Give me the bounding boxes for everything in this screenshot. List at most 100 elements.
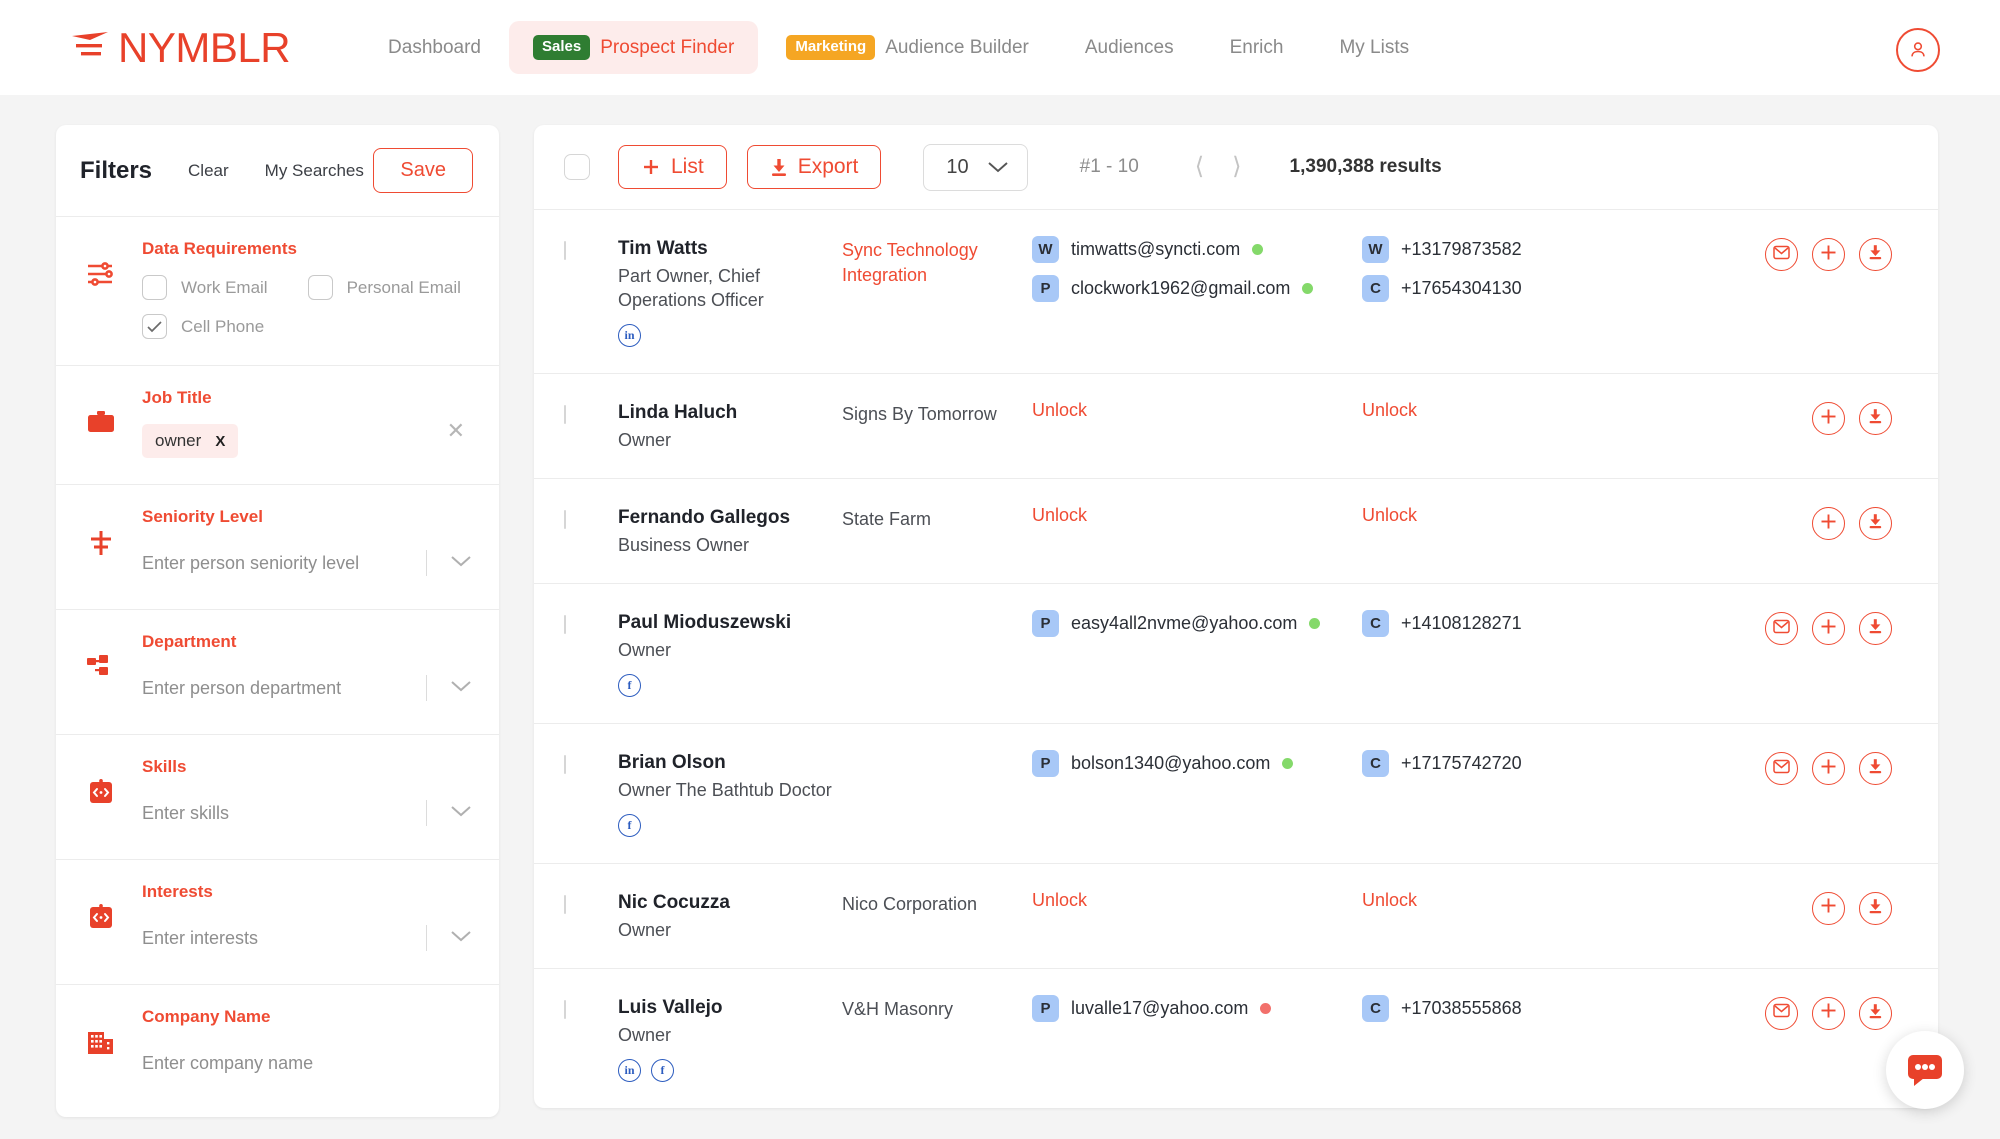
phone-cell: C+17175742720 bbox=[1362, 750, 1612, 789]
facebook-icon[interactable]: f bbox=[618, 814, 641, 837]
facebook-icon[interactable]: f bbox=[651, 1059, 674, 1082]
export-row-button[interactable] bbox=[1859, 612, 1892, 645]
export-row-button[interactable] bbox=[1859, 238, 1892, 271]
select-all-checkbox[interactable] bbox=[564, 154, 590, 180]
row-checkbox-cell bbox=[564, 505, 590, 529]
social-links: f bbox=[618, 814, 842, 837]
unlock-phone-link[interactable]: Unlock bbox=[1362, 505, 1417, 525]
nav-item-dashboard[interactable]: Dashboard bbox=[360, 23, 509, 73]
email-type-tag: P bbox=[1032, 610, 1059, 637]
app-logo[interactable]: NYMBLR bbox=[68, 24, 290, 72]
person-name: Luis Vallejo bbox=[618, 995, 842, 1021]
clear-job-title-icon[interactable]: ✕ bbox=[447, 418, 465, 444]
nav-item-audiences[interactable]: Audiences bbox=[1057, 23, 1202, 73]
per-page-select[interactable]: 10 bbox=[923, 144, 1027, 191]
chevron-down-icon[interactable] bbox=[449, 679, 473, 698]
unlock-phone-link[interactable]: Unlock bbox=[1362, 400, 1417, 420]
department-input[interactable] bbox=[142, 678, 426, 699]
add-to-list-row-button[interactable] bbox=[1812, 892, 1845, 925]
add-to-list-row-button[interactable] bbox=[1812, 238, 1845, 271]
my-searches-link[interactable]: My Searches bbox=[265, 161, 364, 181]
nav-item-audience-builder[interactable]: Marketing Audience Builder bbox=[758, 21, 1057, 74]
row-checkbox[interactable] bbox=[564, 405, 566, 424]
row-checkbox[interactable] bbox=[564, 895, 566, 914]
phone-number[interactable]: +17038555868 bbox=[1401, 998, 1522, 1019]
nav-item-prospect-finder[interactable]: Sales Prospect Finder bbox=[509, 21, 758, 74]
row-checkbox[interactable] bbox=[564, 510, 566, 529]
export-row-button[interactable] bbox=[1859, 402, 1892, 435]
top-navigation-bar: NYMBLR Dashboard Sales Prospect Finder M… bbox=[0, 0, 2000, 95]
chip-remove-icon[interactable]: X bbox=[215, 433, 225, 450]
row-checkbox[interactable] bbox=[564, 241, 566, 260]
add-to-list-row-button[interactable] bbox=[1812, 997, 1845, 1030]
seniority-level-input[interactable] bbox=[142, 553, 426, 574]
email-cell: Wtimwatts@syncti.comPclockwork1962@gmail… bbox=[1032, 236, 1362, 314]
save-search-button[interactable]: Save bbox=[373, 148, 473, 193]
chevron-down-icon[interactable] bbox=[449, 554, 473, 573]
checkbox-work-email[interactable]: Work Email bbox=[142, 275, 268, 300]
export-row-button[interactable] bbox=[1859, 752, 1892, 785]
chevron-left-icon[interactable]: ⟨ bbox=[1195, 155, 1204, 179]
email-status-dot bbox=[1282, 758, 1293, 769]
filter-label: Interests bbox=[142, 882, 473, 902]
nav-item-my-lists[interactable]: My Lists bbox=[1311, 23, 1437, 73]
user-account-button[interactable] bbox=[1896, 28, 1940, 72]
company-cell: Signs By Tomorrow bbox=[842, 400, 1032, 427]
row-checkbox[interactable] bbox=[564, 615, 566, 634]
filter-section-job-title: Job Title owner X ✕ bbox=[56, 366, 499, 485]
send-email-button[interactable] bbox=[1765, 238, 1798, 271]
company-name: State Farm bbox=[842, 507, 1032, 532]
email-address[interactable]: luvalle17@yahoo.com bbox=[1071, 998, 1248, 1019]
chevron-down-icon[interactable] bbox=[449, 804, 473, 823]
linkedin-icon[interactable]: in bbox=[618, 1059, 641, 1082]
send-email-button[interactable] bbox=[1765, 612, 1798, 645]
unlock-email-link[interactable]: Unlock bbox=[1032, 400, 1087, 420]
row-checkbox[interactable] bbox=[564, 1000, 566, 1019]
chat-widget-button[interactable] bbox=[1886, 1031, 1964, 1109]
filter-section-skills: Skills bbox=[56, 735, 499, 860]
clear-filters-link[interactable]: Clear bbox=[188, 161, 229, 181]
table-row: Luis VallejoOwnerinfV&H MasonryPluvalle1… bbox=[534, 969, 1938, 1108]
company-name[interactable]: Sync Technology Integration bbox=[842, 238, 1032, 288]
phone-number[interactable]: +17654304130 bbox=[1401, 278, 1522, 299]
email-address[interactable]: bolson1340@yahoo.com bbox=[1071, 753, 1270, 774]
filters-header: Filters Clear My Searches Save bbox=[56, 125, 499, 217]
chevron-right-icon[interactable]: ⟩ bbox=[1232, 155, 1241, 179]
add-to-list-row-button[interactable] bbox=[1812, 402, 1845, 435]
export-button[interactable]: Export bbox=[747, 145, 882, 189]
company-name-input[interactable] bbox=[142, 1053, 473, 1074]
export-row-button[interactable] bbox=[1859, 507, 1892, 540]
facebook-icon[interactable]: f bbox=[618, 674, 641, 697]
add-to-list-row-button[interactable] bbox=[1812, 752, 1845, 785]
person-cell: Tim WattsPart Owner, Chief Operations Of… bbox=[590, 236, 842, 347]
filter-label: Company Name bbox=[142, 1007, 473, 1027]
add-to-list-row-button[interactable] bbox=[1812, 612, 1845, 645]
phone-number[interactable]: +14108128271 bbox=[1401, 613, 1522, 634]
email-status-dot bbox=[1252, 244, 1263, 255]
email-address[interactable]: easy4all2nvme@yahoo.com bbox=[1071, 613, 1297, 634]
phone-number[interactable]: +13179873582 bbox=[1401, 239, 1522, 260]
send-email-button[interactable] bbox=[1765, 997, 1798, 1030]
export-row-button[interactable] bbox=[1859, 892, 1892, 925]
chevron-down-icon[interactable] bbox=[449, 929, 473, 948]
unlock-email-link[interactable]: Unlock bbox=[1032, 890, 1087, 910]
filter-chip-owner[interactable]: owner X bbox=[142, 424, 238, 458]
email-address[interactable]: timwatts@syncti.com bbox=[1071, 239, 1240, 260]
send-email-button[interactable] bbox=[1765, 752, 1798, 785]
linkedin-icon[interactable]: in bbox=[618, 324, 641, 347]
unlock-email-link[interactable]: Unlock bbox=[1032, 505, 1087, 525]
person-cell: Linda HaluchOwner bbox=[590, 400, 842, 452]
export-row-button[interactable] bbox=[1859, 997, 1892, 1030]
interests-input[interactable] bbox=[142, 928, 426, 949]
email-cell: Unlock bbox=[1032, 890, 1362, 911]
phone-number[interactable]: +17175742720 bbox=[1401, 753, 1522, 774]
nav-item-enrich[interactable]: Enrich bbox=[1202, 23, 1312, 73]
skills-input[interactable] bbox=[142, 803, 426, 824]
unlock-phone-link[interactable]: Unlock bbox=[1362, 890, 1417, 910]
add-to-list-row-button[interactable] bbox=[1812, 507, 1845, 540]
row-checkbox[interactable] bbox=[564, 755, 566, 774]
checkbox-cell-phone[interactable]: Cell Phone bbox=[142, 314, 264, 339]
email-address[interactable]: clockwork1962@gmail.com bbox=[1071, 278, 1290, 299]
add-to-list-button[interactable]: List bbox=[618, 145, 727, 189]
checkbox-personal-email[interactable]: Personal Email bbox=[308, 275, 461, 300]
